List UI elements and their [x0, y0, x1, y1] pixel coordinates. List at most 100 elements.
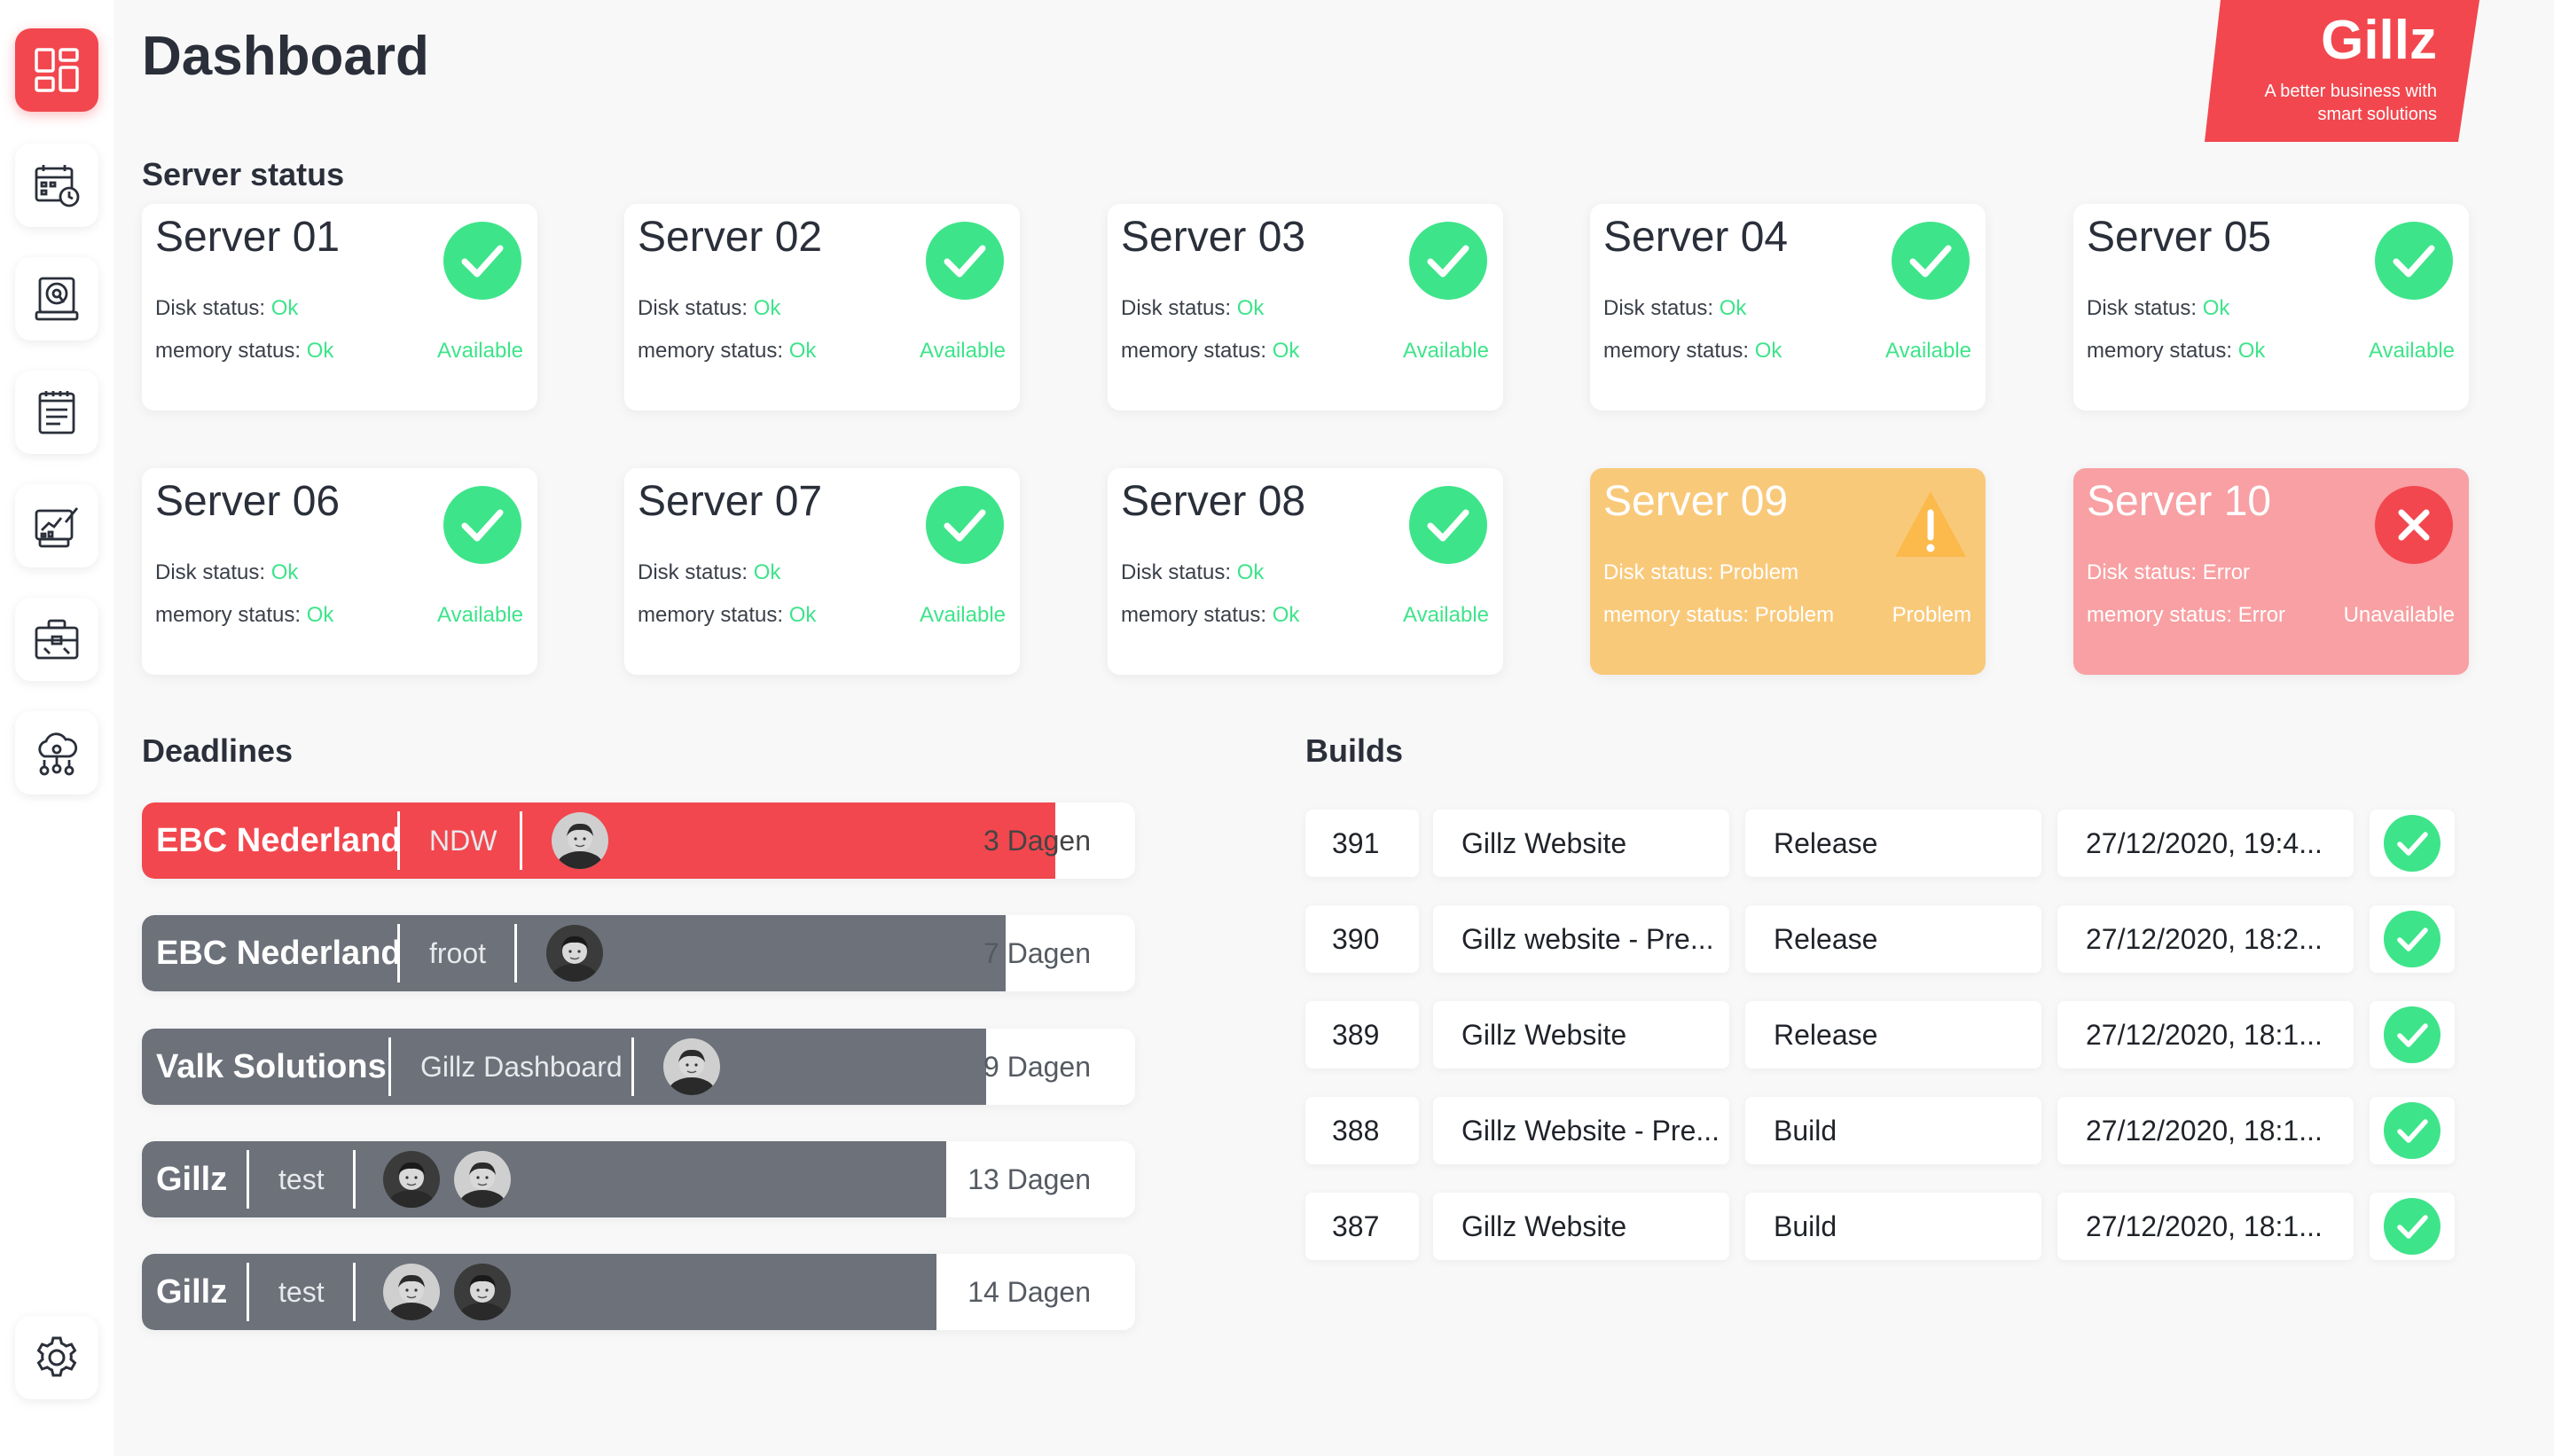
brand-tagline: A better business with smart solutions	[2264, 82, 2437, 124]
nav-calendar-button[interactable]	[15, 144, 98, 227]
deadline-row[interactable]: Gillz test 14 Dagen	[142, 1254, 1135, 1330]
disk-status-label: Disk status:	[1603, 560, 1714, 584]
build-number: 387	[1305, 1193, 1419, 1260]
disk-status-label: Disk status:	[638, 560, 748, 584]
build-number: 388	[1305, 1097, 1419, 1164]
calendar-clock-icon	[35, 165, 80, 207]
server-card[interactable]: Server 05 Disk status: Ok memory status: O…	[2073, 204, 2469, 411]
server-card[interactable]: Server 07 Disk status: Ok memory status: O…	[624, 468, 1020, 675]
deadline-days-left: 3 Dagen	[983, 825, 1091, 857]
server-name: Server 03	[1121, 214, 1306, 261]
deadline-days-left: 14 Dagen	[968, 1276, 1091, 1308]
server-card[interactable]: Server 08 Disk status: Ok memory status: O…	[1108, 468, 1503, 675]
memory-status: memory status: Error	[2087, 603, 2285, 628]
divider	[631, 1037, 634, 1096]
nav-dashboard-button[interactable]	[15, 28, 98, 112]
build-status	[2370, 905, 2455, 973]
memory-status-value: Ok	[306, 603, 334, 627]
server-availability: Available	[2369, 339, 2455, 363]
deadlines-title: Deadlines	[142, 732, 294, 769]
nav-reports-button[interactable]	[15, 484, 98, 568]
dashboard-icon	[35, 48, 79, 92]
check-circle-icon	[1892, 222, 1970, 300]
divider	[397, 924, 400, 982]
memory-status-label: memory status:	[155, 603, 302, 627]
avatar	[546, 925, 603, 982]
deadline-company: Gillz	[156, 1273, 228, 1311]
memory-status-value: Ok	[1272, 603, 1300, 627]
server-name: Server 02	[638, 214, 823, 261]
deadline-row[interactable]: EBC Nederland NDW 3 Dagen	[142, 802, 1135, 879]
divider	[353, 1263, 356, 1321]
memory-status-label: memory status:	[2087, 603, 2233, 627]
disk-status-value: Problem	[1719, 560, 1799, 584]
deadline-project: froot	[429, 937, 487, 969]
server-availability: Available	[437, 603, 523, 627]
build-name: Gillz Website - Pre...	[1433, 1097, 1729, 1164]
deadline-progress-bar	[142, 1254, 936, 1330]
deadline-company: Valk Solutions	[156, 1048, 387, 1085]
disk-status: Disk status: Ok	[1121, 296, 1264, 321]
server-name: Server 09	[1603, 478, 1789, 525]
person-photo	[454, 1264, 511, 1320]
server-card[interactable]: Server 01 Disk status: Ok memory status: O…	[142, 204, 537, 411]
build-type: Release	[1745, 810, 2041, 877]
disk-status: Disk status: Ok	[155, 296, 298, 321]
check-circle-icon	[2384, 1006, 2440, 1063]
disk-status: Disk status: Ok	[2087, 296, 2229, 321]
server-card[interactable]: Server 02 Disk status: Ok memory status: O…	[624, 204, 1020, 411]
deadline-project: test	[278, 1276, 325, 1308]
check-circle-icon	[926, 486, 1004, 564]
check-circle-icon	[443, 222, 521, 300]
check-circle-icon	[1409, 486, 1487, 564]
settings-button[interactable]	[15, 1316, 98, 1399]
disk-status-value: Ok	[1719, 296, 1747, 320]
disk-status-label: Disk status:	[1603, 296, 1714, 320]
check-circle-icon	[2384, 815, 2440, 872]
disk-drive-icon	[35, 277, 79, 321]
avatar	[454, 1151, 511, 1208]
server-card[interactable]: Server 10 Disk status: Error memory status…	[2073, 468, 2469, 675]
memory-status-label: memory status:	[1121, 339, 1267, 363]
disk-status-value: Ok	[753, 296, 781, 320]
deadline-row[interactable]: Gillz test 13 Dagen	[142, 1141, 1135, 1217]
disk-status: Disk status: Ok	[638, 560, 780, 585]
divider	[520, 811, 522, 870]
divider	[388, 1037, 391, 1096]
build-name: Gillz Website	[1433, 1193, 1729, 1260]
build-status	[2370, 1001, 2455, 1069]
memory-status-value: Error	[2237, 603, 2286, 627]
build-type: Build	[1745, 1193, 2041, 1260]
nav-tools-button[interactable]	[15, 598, 98, 681]
server-card[interactable]: Server 04 Disk status: Ok memory status: O…	[1590, 204, 1986, 411]
server-card[interactable]: Server 09 Disk status: Problem memory stat…	[1590, 468, 1986, 675]
check-circle-icon	[2384, 911, 2440, 967]
deadline-row[interactable]: Valk Solutions Gillz Dashboard 9 Dagen	[142, 1029, 1135, 1105]
build-name: Gillz Website	[1433, 810, 1729, 877]
nav-notes-button[interactable]	[15, 371, 98, 454]
deadline-row[interactable]: EBC Nederland froot 7 Dagen	[142, 915, 1135, 991]
avatar	[383, 1151, 440, 1208]
build-status	[2370, 1193, 2455, 1260]
deadline-project: Gillz Dashboard	[420, 1051, 623, 1083]
check-circle-icon	[2384, 1198, 2440, 1255]
disk-status: Disk status: Ok	[1121, 560, 1264, 585]
server-card[interactable]: Server 06 Disk status: Ok memory status: O…	[142, 468, 537, 675]
server-availability: Available	[1885, 339, 1971, 363]
warning-icon	[1895, 491, 1966, 557]
chart-edit-icon	[35, 507, 79, 548]
build-name: Gillz website - Pre...	[1433, 905, 1729, 973]
cloud-network-icon	[38, 732, 78, 776]
disk-status-value: Error	[2202, 560, 2251, 584]
avatar	[454, 1264, 511, 1320]
memory-status-value: Ok	[306, 339, 334, 363]
divider	[353, 1150, 356, 1209]
nav-cloud-button[interactable]	[15, 711, 98, 795]
deadline-progress-bar	[142, 1141, 947, 1217]
memory-status: memory status: Ok	[638, 339, 816, 364]
deadline-project: test	[278, 1163, 325, 1195]
brand-name: Gillz	[2321, 10, 2437, 71]
server-card[interactable]: Server 03 Disk status: Ok memory status: O…	[1108, 204, 1503, 411]
nav-server-button[interactable]	[15, 257, 98, 341]
person-photo	[383, 1264, 440, 1320]
